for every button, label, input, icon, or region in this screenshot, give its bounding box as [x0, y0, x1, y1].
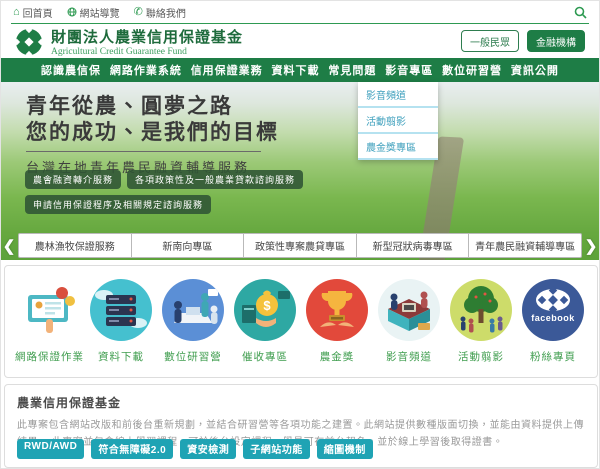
media-dropdown-menu: 影音頻道 活動翦影 農金獎專區 — [358, 82, 438, 160]
quicklink-facebook[interactable]: facebook 粉絲專頁 — [519, 279, 587, 364]
svg-text:$: $ — [263, 298, 271, 313]
dropdown-item-event-snapshots[interactable]: 活動翦影 — [358, 108, 438, 134]
quicklink-downloads[interactable]: 資料下載 — [87, 279, 155, 364]
facebook-wordmark: facebook — [522, 313, 584, 323]
site-title: 財團法人農業信用保證基金 — [51, 26, 243, 47]
topic-tab-strip: 農林漁牧保證服務 新南向專區 政策性專案農貸專區 新型冠狀病毒專區 青年農民融資… — [18, 233, 582, 258]
badge-subsite: 子網站功能 — [243, 439, 310, 459]
tab-policy-loan[interactable]: 政策性專案農貸專區 — [243, 233, 357, 258]
pill-loan-consult-service: 各項政策性及一般農業貸款諮詢服務 — [127, 170, 303, 189]
search-icon — [574, 6, 587, 19]
general-public-button[interactable]: 一般民眾 — [461, 30, 519, 52]
nav-item-about[interactable]: 認識農信保 — [41, 62, 101, 78]
main-nav: 認識農信保 網路作業系統 信用保證業務 資料下載 常見問題 影音專區 數位研習營… — [1, 58, 599, 82]
quicklink-label: 資料下載 — [87, 349, 155, 364]
nav-item-online-system[interactable]: 網路作業系統 — [110, 62, 182, 78]
dropdown-item-video-channel[interactable]: 影音頻道 — [358, 82, 438, 108]
acgf-clover-logo-icon — [14, 27, 44, 57]
quicklink-panel: 網路保證作業 資料下載 — [4, 265, 598, 378]
acgf-homepage: ⌂ 回首頁 網站導覽 ✆ 聯絡我們 財團法人農業信用保證基金 — [0, 0, 600, 469]
money-collection-icon: $ — [234, 279, 296, 341]
nav-item-downloads[interactable]: 資料下載 — [272, 62, 320, 78]
pill-referral-service: 農會融資轉介服務 — [25, 170, 121, 189]
tab-new-southbound[interactable]: 新南向專區 — [131, 233, 245, 258]
hero-headline-1: 青年從農、圓夢之路 — [26, 94, 279, 120]
pill-guarantee-procedure-service: 申請信用保證程序及相關規定諮詢服務 — [25, 195, 211, 214]
nav-item-digital-camp[interactable]: 數位研習營 — [442, 62, 502, 78]
event-tree-icon — [450, 279, 512, 341]
quicklink-award[interactable]: 農金獎 — [303, 279, 371, 364]
phone-icon: ✆ — [134, 7, 143, 18]
video-channel-icon — [378, 279, 440, 341]
hero-divider — [26, 151, 261, 152]
badge-rwd-awd: RWD/AWD — [17, 439, 84, 459]
quicklink-label: 活動翦影 — [447, 349, 515, 364]
site-subtitle: Agricultural Credit Guarantee Fund — [51, 47, 243, 57]
tab-covid[interactable]: 新型冠狀病毒專區 — [356, 233, 470, 258]
workshop-icon — [162, 279, 224, 341]
audience-buttons: 一般民眾 金融機構 — [461, 30, 585, 52]
badge-accessibility: 符合無障礙2.0 — [91, 439, 173, 459]
hero-text-block: 青年從農、圓夢之路 您的成功、是我們的目標 台灣在地青年農民融資輔導服務 — [26, 94, 279, 176]
tab-young-farmer[interactable]: 青年農民融資輔導專區 — [468, 233, 582, 258]
home-link[interactable]: ⌂ 回首頁 — [13, 5, 53, 20]
tab-agri-guarantee[interactable]: 農林漁牧保證服務 — [18, 233, 132, 258]
about-section: 農業信用保證基金 此專案包含網站改版和前後台重新規劃，並結合研習營等各項功能之建… — [4, 384, 598, 468]
quicklink-label: 催收專區 — [231, 349, 299, 364]
quicklink-label: 粉絲專頁 — [519, 349, 587, 364]
hero-service-pills: 農會融資轉介服務各項政策性及一般農業貸款諮詢服務 申請信用保證程序及相關規定諮詢… — [25, 170, 405, 220]
badge-thumbnail: 縮圖機制 — [317, 439, 373, 459]
carousel-prev-icon[interactable]: ❮ — [3, 236, 15, 256]
home-icon: ⌂ — [13, 7, 20, 18]
badge-security-test: 資安檢測 — [180, 439, 236, 459]
financial-institution-button[interactable]: 金融機構 — [527, 30, 585, 52]
feature-badges: RWD/AWD 符合無障礙2.0 資安檢測 子網站功能 縮圖機制 — [17, 439, 373, 459]
contact-link[interactable]: ✆ 聯絡我們 — [134, 5, 186, 20]
tablet-guarantee-icon — [18, 279, 80, 341]
server-download-icon — [90, 279, 152, 341]
quicklink-collection[interactable]: $ 催收專區 — [231, 279, 299, 364]
utility-bar: ⌂ 回首頁 網站導覽 ✆ 聯絡我們 — [1, 1, 599, 23]
sitemap-link-label: 網站導覽 — [80, 5, 120, 20]
dropdown-item-award-zone[interactable]: 農金獎專區 — [358, 134, 438, 160]
brand-block: 財團法人農業信用保證基金 Agricultural Credit Guarant… — [51, 26, 243, 57]
globe-icon — [67, 7, 77, 17]
quicklink-label: 網路保證作業 — [15, 349, 83, 364]
quicklink-event-snapshots[interactable]: 活動翦影 — [447, 279, 515, 364]
hero-headline-2: 您的成功、是我們的目標 — [26, 120, 279, 146]
quicklink-online-guarantee[interactable]: 網路保證作業 — [15, 279, 83, 364]
facebook-icon: facebook — [522, 279, 584, 341]
site-header: 財團法人農業信用保證基金 Agricultural Credit Guarant… — [1, 24, 599, 58]
nav-item-disclosure[interactable]: 資訊公開 — [511, 62, 559, 78]
quicklink-video-channel[interactable]: 影音頻道 — [375, 279, 443, 364]
sitemap-link[interactable]: 網站導覽 — [67, 5, 120, 20]
contact-link-label: 聯絡我們 — [146, 5, 186, 20]
quicklink-digital-camp[interactable]: 數位研習營 — [159, 279, 227, 364]
about-heading: 農業信用保證基金 — [17, 394, 585, 411]
carousel-next-icon[interactable]: ❯ — [585, 236, 597, 256]
nav-item-media[interactable]: 影音專區 — [385, 62, 433, 78]
quicklink-label: 影音頻道 — [375, 349, 443, 364]
nav-item-guarantee-service[interactable]: 信用保證業務 — [191, 62, 263, 78]
quicklink-label: 數位研習營 — [159, 349, 227, 364]
hero-banner: 青年從農、圓夢之路 您的成功、是我們的目標 台灣在地青年農民融資輔導服務 農會融… — [1, 82, 599, 260]
quicklink-label: 農金獎 — [303, 349, 371, 364]
nav-item-faq[interactable]: 常見問題 — [328, 62, 376, 78]
search-button[interactable] — [574, 6, 587, 19]
home-link-label: 回首頁 — [23, 5, 53, 20]
trophy-icon — [306, 279, 368, 341]
